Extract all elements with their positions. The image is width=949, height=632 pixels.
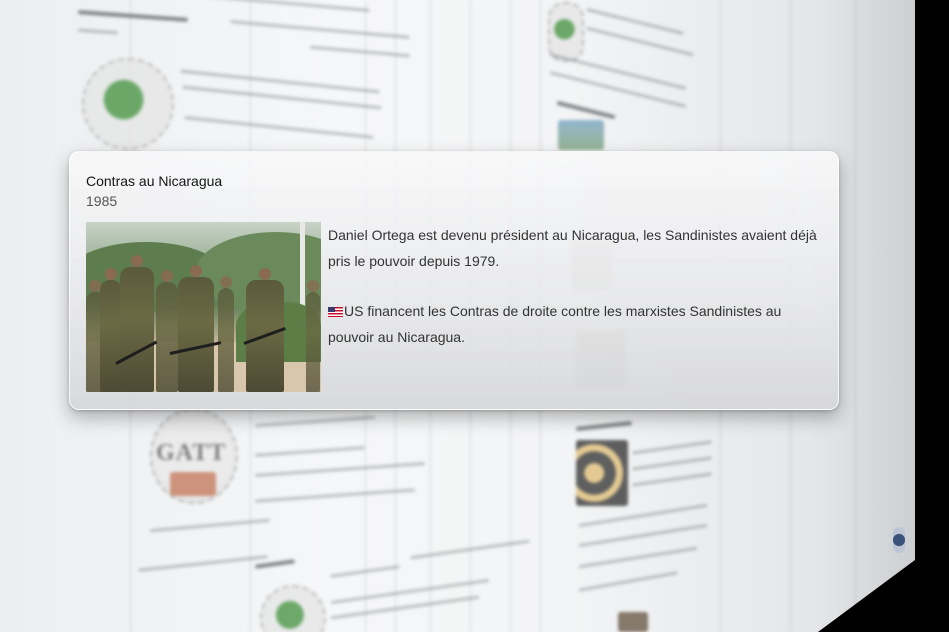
blurred-entry-text xyxy=(549,53,687,90)
blurred-entry-text xyxy=(255,415,375,428)
blurred-entry-title xyxy=(77,10,189,22)
blurred-entry-text xyxy=(255,462,425,477)
blurred-entry-date xyxy=(77,28,119,35)
blurred-entry-text xyxy=(230,20,410,39)
blurred-entry-text xyxy=(578,503,708,528)
blurred-map-thumbnail xyxy=(260,585,326,632)
blurred-entry-text xyxy=(184,116,374,139)
blurred-entry-text xyxy=(210,0,370,12)
blurred-entry-text xyxy=(632,440,712,455)
event-title: Contras au Nicaragua xyxy=(86,173,223,189)
binoculars-image xyxy=(576,440,628,506)
photo-soldier xyxy=(306,280,320,392)
event-description-text: financent les Contras de droite contre l… xyxy=(328,303,782,345)
soldiers-photo xyxy=(86,222,321,392)
event-description-paragraph: Daniel Ortega est devenu président au Ni… xyxy=(328,227,817,269)
blurred-entry-text xyxy=(255,446,365,457)
photo-soldier xyxy=(156,270,178,392)
blurred-entry-text xyxy=(578,546,698,569)
photo-soldier xyxy=(120,255,154,392)
event-detail-card[interactable]: Contras au Nicaragua 1985 Daniel Ortega xyxy=(69,151,839,410)
blurred-entry-text xyxy=(632,456,712,471)
event-country-label: US xyxy=(344,303,364,319)
event-description-paragraph: US financent les Contras de droite contr… xyxy=(328,298,828,350)
blurred-entry-text xyxy=(549,71,687,108)
photo-soldier xyxy=(218,276,234,392)
event-description: Daniel Ortega est devenu président au Ni… xyxy=(328,222,828,374)
app-logo-icon[interactable] xyxy=(893,527,905,553)
blurred-entry-text xyxy=(150,518,270,533)
brazil-map-thumbnail xyxy=(82,58,174,150)
blurred-entry-title xyxy=(254,559,296,569)
blurred-entry-thumbnail xyxy=(618,612,648,632)
handshake-image xyxy=(170,472,216,496)
blurred-entry-text xyxy=(578,523,708,548)
blurred-entry-text xyxy=(632,472,712,487)
gatt-logo-text: GATT xyxy=(156,440,227,466)
photo-soldier xyxy=(100,268,122,392)
blurred-entry-title xyxy=(556,100,616,120)
photo-soldier xyxy=(178,265,214,392)
blurred-entry-text xyxy=(138,555,268,572)
blurred-entry-text xyxy=(578,571,678,592)
blurred-entry-title xyxy=(575,421,633,431)
blurred-entry-text xyxy=(255,488,415,503)
blurred-entry-thumbnail xyxy=(558,120,604,150)
event-date: 1985 xyxy=(86,193,118,209)
screen: GATT Contras au Nicaragua 1985 Daniel Or… xyxy=(0,0,949,632)
us-flag-icon xyxy=(328,307,343,317)
